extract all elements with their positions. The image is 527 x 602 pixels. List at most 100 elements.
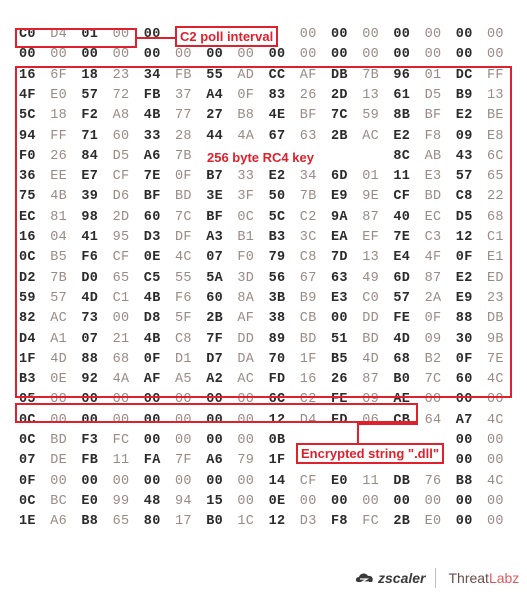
- hex-byte: 7F: [206, 331, 223, 347]
- hex-byte: FD: [268, 372, 286, 388]
- hex-byte: 88: [455, 311, 473, 327]
- hex-byte: 00: [393, 493, 411, 509]
- hex-byte: EC: [424, 209, 442, 225]
- hex-byte: 36: [19, 169, 36, 185]
- hex-byte: 4B: [143, 331, 161, 347]
- hex-byte: 7C: [424, 372, 442, 388]
- hex-byte: 43: [455, 148, 473, 164]
- hex-byte: 3E: [206, 189, 223, 205]
- hex-byte: E8: [487, 128, 504, 144]
- hex-byte: 01: [424, 67, 442, 83]
- hex-byte: 17: [175, 514, 192, 530]
- hex-byte: C1: [112, 290, 130, 306]
- hex-byte: 57: [81, 87, 99, 103]
- hex-byte: 00: [81, 412, 99, 428]
- hex-byte: 34: [299, 169, 317, 185]
- hex-byte: 00: [362, 27, 379, 42]
- hex-byte: 60: [112, 128, 130, 144]
- hex-byte: 00: [19, 47, 36, 63]
- hex-byte: AF: [143, 372, 161, 388]
- hex-byte: 61: [393, 87, 411, 103]
- hex-byte: 00: [268, 47, 286, 63]
- hex-byte: E0: [424, 514, 442, 530]
- hex-byte: D3: [299, 514, 317, 530]
- hex-byte: 05: [19, 392, 36, 408]
- hex-byte: 00: [112, 412, 130, 428]
- hex-byte: 2A: [424, 290, 442, 306]
- hex-byte: 72: [112, 87, 130, 103]
- hex-byte: 7E: [393, 230, 411, 245]
- hex-byte: 09: [362, 392, 379, 408]
- hex-byte: E4: [393, 250, 411, 266]
- hex-byte: 8A: [237, 290, 255, 306]
- hex-byte: 00: [112, 311, 130, 327]
- hex-byte: AB: [424, 148, 442, 164]
- hex-byte: 26: [50, 148, 67, 164]
- hex-byte: D2: [19, 270, 36, 286]
- hex-byte: 30: [455, 331, 473, 347]
- hex-byte: 00: [455, 433, 473, 448]
- hex-byte: 60: [143, 209, 161, 225]
- hex-byte: B1: [237, 230, 255, 245]
- hex-byte: 27: [206, 108, 223, 124]
- hex-byte: 94: [175, 493, 192, 509]
- hex-byte: 67: [299, 270, 317, 286]
- hex-byte: D5: [455, 209, 473, 225]
- hex-byte: E2: [455, 270, 473, 286]
- hex-byte: DB: [331, 67, 348, 83]
- hex-byte: FF: [487, 67, 504, 83]
- hex-byte: 77: [175, 108, 192, 124]
- hex-byte: 68: [112, 351, 130, 367]
- hex-byte: ED: [487, 270, 504, 286]
- hex-byte: A4: [206, 87, 223, 103]
- hex-byte: 8C: [393, 148, 411, 164]
- hex-byte: B9: [455, 87, 473, 103]
- hex-byte: F2: [81, 108, 99, 124]
- hex-byte: 00: [143, 27, 161, 42]
- hex-byte: 0C: [19, 433, 36, 448]
- hex-byte: EC: [19, 209, 36, 225]
- hex-byte: 00: [393, 27, 411, 42]
- hex-byte: 00: [175, 392, 192, 408]
- hex-byte: CF: [112, 169, 130, 185]
- rc4-key-label: 256 byte RC4 key: [205, 150, 316, 166]
- hex-byte: 55: [175, 270, 192, 286]
- hex-byte: B3: [19, 372, 36, 388]
- hex-byte: 28: [175, 128, 192, 144]
- hex-byte: F8: [424, 128, 442, 144]
- hex-byte: 67: [268, 128, 286, 144]
- hex-byte: 00: [237, 433, 255, 448]
- hex-byte: DF: [175, 230, 192, 245]
- hex-byte: 26: [331, 372, 348, 388]
- hex-byte: 0C: [237, 209, 255, 225]
- hex-byte: DE: [50, 453, 67, 469]
- hex-byte: E2: [455, 108, 473, 124]
- hex-byte: 56: [268, 270, 286, 286]
- hex-byte: FB: [143, 87, 161, 103]
- hex-byte: 00: [424, 493, 442, 509]
- hex-byte: 5A: [206, 270, 223, 286]
- hex-byte: 3F: [237, 189, 255, 205]
- hex-byte: E0: [331, 473, 348, 489]
- hex-byte: 00: [143, 473, 161, 489]
- hex-byte: 0E: [143, 250, 161, 266]
- hex-byte: 11: [112, 453, 130, 469]
- hex-byte: 57: [455, 169, 473, 185]
- hex-byte: E9: [331, 189, 348, 205]
- hex-byte: 00: [299, 27, 317, 42]
- hex-byte: 6D: [331, 169, 348, 185]
- hex-byte: 84: [81, 148, 99, 164]
- hex-byte: 00: [362, 493, 379, 509]
- hex-byte: BF: [143, 189, 161, 205]
- hex-byte: 15: [206, 493, 223, 509]
- hex-byte: 9A: [331, 209, 348, 225]
- hex-byte: 3C: [299, 230, 317, 245]
- hex-byte: 00: [487, 493, 504, 509]
- hex-byte: C8: [455, 189, 473, 205]
- hex-byte: BD: [175, 189, 192, 205]
- hex-byte: 01: [362, 169, 379, 185]
- hex-byte: 1E: [19, 514, 36, 530]
- hex-byte: 3D: [237, 270, 255, 286]
- hex-byte: 7C: [331, 108, 348, 124]
- hex-byte: 11: [362, 473, 379, 489]
